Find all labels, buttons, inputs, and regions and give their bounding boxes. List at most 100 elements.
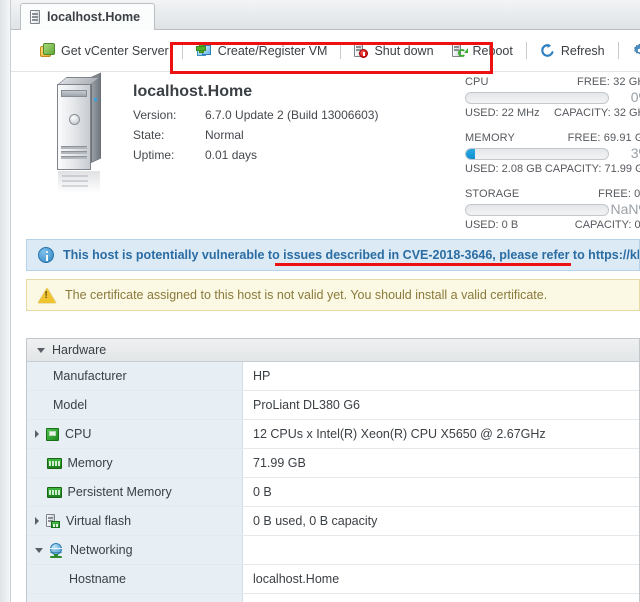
chevron-right-icon[interactable]: [35, 517, 39, 525]
gauge-memory-fill: [466, 149, 475, 159]
shut-down-label: Shut down: [374, 43, 434, 58]
refresh-button[interactable]: Refresh: [531, 40, 614, 61]
gauge-cpu-free: FREE: 32 GHz: [577, 76, 640, 88]
host-field-state-key: State:: [133, 128, 165, 142]
host-field-uptime-key: Uptime:: [133, 148, 175, 162]
table-cell-key: Networking: [27, 536, 243, 564]
host-summary: localhost.Home Version: 6.7.0 Update 2 (…: [11, 72, 640, 235]
info-banner-text: This host is potentially vulnerable to i…: [63, 248, 640, 262]
table-cell-value: [243, 536, 639, 564]
flash-icon: [46, 514, 60, 528]
table-cell-key: IP addresses: [27, 594, 243, 602]
gauge-memory-capacity: CAPACITY: 71.99 GB: [544, 163, 640, 175]
table-cell-value: 12 CPUs x Intel(R) Xeon(R) CPU X5650 @ 2…: [253, 427, 546, 441]
table-cell-key: Memory: [27, 449, 243, 477]
shut-down-button[interactable]: Shut down: [345, 40, 442, 61]
table-row[interactable]: Networking: [27, 536, 639, 565]
reboot-icon: [451, 43, 468, 58]
host-field-uptime-value: 0.01 days: [205, 148, 258, 162]
table-cell-value: 0 B used, 0 B capacity: [253, 514, 378, 528]
host-tower-icon: [45, 72, 117, 193]
network-icon: [49, 542, 64, 558]
table-row[interactable]: Memory 71.99 GB: [27, 449, 639, 478]
gauge-memory-free: FREE: 69.91 GB: [567, 132, 640, 144]
gauge-memory-percent: 3%: [630, 145, 640, 161]
hardware-rows: Manufacturer HP Model ProLiant DL380 G6 CPU 1…: [27, 362, 639, 602]
hardware-panel-header[interactable]: Hardware: [27, 339, 639, 362]
gauge-storage-used: USED: 0 B: [465, 219, 519, 231]
create-register-vm-button[interactable]: Create/Register VM: [187, 40, 337, 61]
gauge-memory-title: MEMORY: [465, 132, 515, 144]
chevron-right-icon[interactable]: [35, 430, 39, 438]
cpu-icon: [46, 427, 59, 441]
table-row[interactable]: Model ProLiant DL380 G6: [27, 391, 639, 420]
table-row[interactable]: Hostname localhost.Home: [27, 565, 639, 594]
host-field-version-key: Version:: [133, 108, 177, 122]
gauge-memory-used: USED: 2.08 GB: [465, 163, 543, 175]
table-cell-value: 0 B: [253, 485, 272, 499]
gauge-cpu-used: USED: 22 MHz: [465, 107, 540, 119]
warning-banner-text: The certificate assigned to this host is…: [65, 288, 548, 302]
actions-menu-button[interactable]: Actio: [623, 40, 640, 61]
table-cell-value: 71.99 GB: [253, 456, 306, 470]
table-cell-key-label: CPU: [65, 427, 92, 441]
table-row[interactable]: Manufacturer HP: [27, 362, 639, 391]
gauge-cpu-bar: [465, 92, 609, 104]
tab-bar: localhost.Home: [11, 0, 640, 30]
gauge-memory-bar: [465, 148, 609, 160]
gear-icon: [632, 43, 640, 58]
tab-localhost-home[interactable]: localhost.Home: [20, 3, 156, 30]
table-cell-key-label: Persistent Memory: [67, 485, 172, 499]
gauge-storage-free: FREE: 0 B: [598, 188, 640, 200]
shutdown-icon: [354, 43, 369, 58]
table-cell-key: Model: [27, 391, 243, 419]
chevron-down-icon[interactable]: [37, 347, 45, 353]
reboot-button[interactable]: Reboot: [443, 40, 522, 61]
toolbar-separator: [340, 42, 342, 59]
create-vm-icon: [195, 43, 212, 58]
table-row[interactable]: Persistent Memory 0 B: [27, 478, 639, 507]
host-field-state-value: Normal: [205, 128, 244, 142]
table-cell-value: localhost.Home: [253, 572, 340, 586]
host-field-version-value: 6.7.0 Update 2 (Build 13006603): [205, 108, 379, 122]
table-row[interactable]: Virtual flash 0 B used, 0 B capacity: [27, 507, 639, 536]
gauge-cpu: CPU FREE: 32 GHz 0% USED: 22 MHz CAPACIT…: [465, 76, 640, 119]
host-icon: [30, 10, 40, 24]
host-name: localhost.Home: [133, 83, 253, 100]
get-vcenter-server-label: Get vCenter Server: [61, 43, 169, 58]
reboot-label: Reboot: [472, 43, 513, 58]
toolbar-separator: [525, 42, 527, 59]
get-vcenter-server-button[interactable]: Get vCenter Server: [31, 40, 178, 61]
table-cell-key-label: Model: [53, 398, 88, 412]
table-cell-value: HP: [253, 369, 271, 383]
warning-icon: [38, 287, 56, 303]
gauge-storage-bar: [465, 204, 609, 216]
table-row[interactable]: CPU 12 CPUs x Intel(R) Xeon(R) CPU X5650 …: [27, 420, 639, 449]
refresh-icon: [540, 43, 555, 58]
memory-icon: [46, 486, 62, 498]
chevron-down-icon[interactable]: [35, 547, 43, 553]
gauge-cpu-percent: 0%: [630, 89, 640, 105]
gauge-cpu-capacity: CAPACITY: 32 GHz: [554, 107, 640, 119]
table-cell-value: 1. vmk0: 192.168.1.7: [243, 594, 639, 602]
hardware-panel-title: Hardware: [52, 343, 107, 357]
table-row[interactable]: IP addresses1. vmk0: 192.168.1.7: [27, 594, 639, 602]
table-cell-key: Manufacturer: [27, 362, 243, 390]
gauge-storage-percent: NaN%: [610, 201, 640, 217]
info-banner: This host is potentially vulnerable to i…: [26, 239, 640, 271]
gauge-storage-title: STORAGE: [465, 188, 520, 200]
warning-banner: The certificate assigned to this host is…: [26, 279, 640, 311]
toggle-spacer: [35, 459, 40, 467]
table-cell-key-label: Memory: [67, 456, 113, 470]
table-cell-key: Hostname: [27, 565, 243, 593]
table-cell-key-label: Virtual flash: [66, 514, 132, 528]
table-cell-key: CPU: [27, 420, 243, 448]
gauge-storage-capacity: CAPACITY: 0 B: [574, 219, 640, 231]
table-cell-value: ProLiant DL380 G6: [253, 398, 361, 412]
esxi-host-page: localhost.Home Get vCenter Server Create…: [0, 0, 640, 602]
gauge-cpu-title: CPU: [465, 76, 489, 88]
toggle-spacer: [35, 488, 40, 496]
left-rail: [0, 0, 11, 602]
table-cell-key-label: Hostname: [69, 572, 126, 586]
toolbar-separator: [617, 42, 619, 59]
